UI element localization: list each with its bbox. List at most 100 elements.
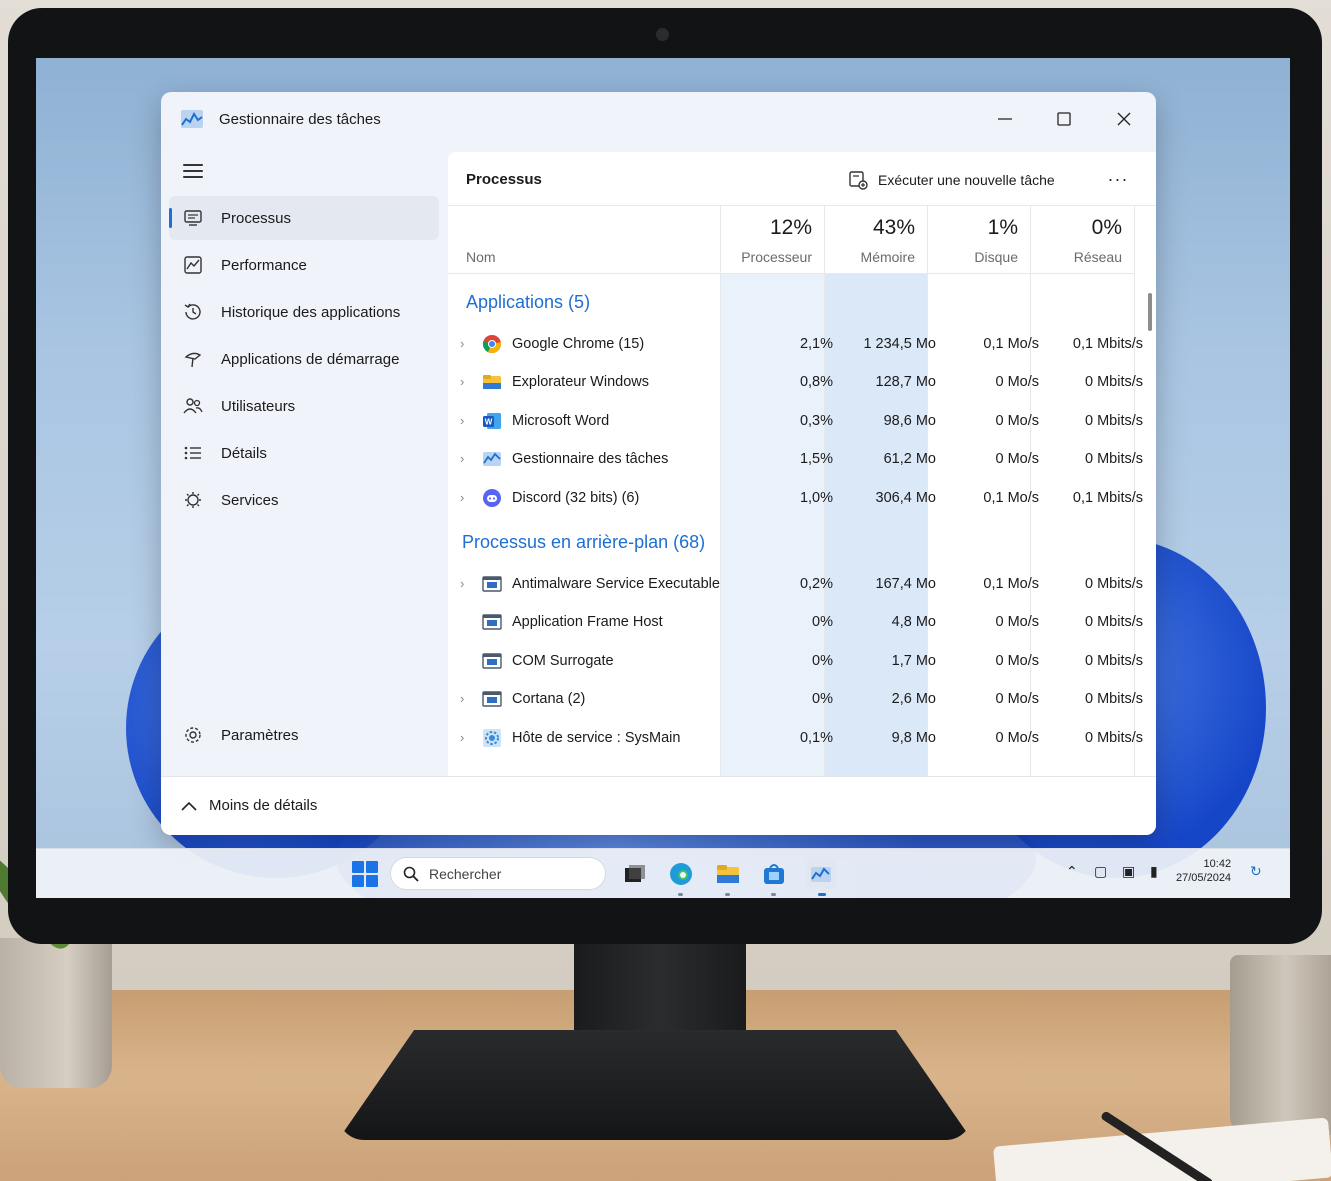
network-header-label: Réseau bbox=[1074, 249, 1122, 265]
volume-tray-icon[interactable]: ▣ bbox=[1122, 863, 1135, 880]
process-disk-value: 0,1 Mo/s bbox=[983, 576, 1039, 592]
title-bar: Gestionnaire des tâches bbox=[161, 92, 1156, 144]
process-cpu-value: 1,0% bbox=[800, 490, 833, 506]
sidebar-item-services[interactable]: Services bbox=[169, 478, 439, 522]
process-net-value: 0 Mbits/s bbox=[1085, 691, 1143, 707]
store-icon[interactable] bbox=[759, 859, 789, 889]
cpu-column-header[interactable]: 12% Processeur bbox=[721, 206, 824, 274]
task-manager-icon bbox=[482, 449, 502, 469]
scrollbar-thumb[interactable] bbox=[1148, 293, 1152, 331]
chevron-right-icon[interactable]: › bbox=[460, 336, 470, 350]
taskbar-search-box[interactable]: Rechercher bbox=[390, 857, 606, 890]
details-list-icon bbox=[183, 443, 203, 463]
less-details-button[interactable]: Moins de détails bbox=[181, 797, 317, 814]
running-indicator bbox=[678, 893, 683, 896]
process-row[interactable]: ›Cortana (2)0%2,6 Mo0 Mo/s0 Mbits/s bbox=[448, 680, 1144, 718]
processes-panel: Processus Exécuter une nouvelle tâche ··… bbox=[448, 152, 1156, 776]
sidebar-item-label: Détails bbox=[221, 445, 267, 462]
close-icon bbox=[1117, 112, 1131, 126]
sidebar-item-demarrage[interactable]: Applications de démarrage bbox=[169, 337, 439, 381]
name-column-header[interactable]: Nom bbox=[448, 206, 720, 274]
chevron-right-icon[interactable]: › bbox=[460, 413, 470, 427]
task-manager-taskbar-icon[interactable] bbox=[806, 859, 836, 889]
process-row[interactable]: ›Discord (32 bits) (6)1,0%306,4 Mo0,1 Mo… bbox=[448, 479, 1144, 517]
process-mem-value: 2,6 Mo bbox=[892, 691, 936, 707]
chevron-right-icon[interactable]: › bbox=[460, 691, 470, 705]
sidebar-item-label: Processus bbox=[221, 210, 291, 227]
chevron-right-icon[interactable]: › bbox=[460, 490, 470, 504]
process-row[interactable]: ›Google Chrome (15)2,1%1 234,5 Mo0,1 Mo/… bbox=[448, 325, 1144, 363]
plant-pot bbox=[0, 938, 112, 1088]
process-cpu-value: 0,8% bbox=[800, 374, 833, 390]
task-view-icon[interactable] bbox=[620, 859, 650, 889]
process-row[interactable]: Application Frame Host0%4,8 Mo0 Mo/s0 Mb… bbox=[448, 603, 1144, 641]
process-row[interactable]: COM Surrogate0%1,7 Mo0 Mo/s0 Mbits/s bbox=[448, 642, 1144, 680]
maximize-button[interactable] bbox=[1041, 102, 1087, 136]
gear-service-icon bbox=[482, 728, 502, 748]
sidebar-item-utilisateurs[interactable]: Utilisateurs bbox=[169, 384, 439, 428]
edge-browser-icon[interactable] bbox=[666, 859, 696, 889]
process-row[interactable]: ›Explorateur Windows0,8%128,7 Mo0 Mo/s0 … bbox=[448, 363, 1144, 401]
process-disk-value: 0 Mo/s bbox=[995, 691, 1039, 707]
notification-center-icon[interactable]: ↻ bbox=[1250, 863, 1262, 880]
chevron-right-icon[interactable]: › bbox=[460, 451, 470, 465]
group-header-applications[interactable]: Applications (5) bbox=[466, 292, 590, 313]
sidebar-item-historique[interactable]: Historique des applications bbox=[169, 290, 439, 334]
process-name: Explorateur Windows bbox=[512, 374, 649, 390]
battery-tray-icon[interactable]: ▮ bbox=[1150, 863, 1158, 880]
minimize-button[interactable] bbox=[982, 102, 1028, 136]
memory-header-label: Mémoire bbox=[861, 249, 915, 265]
process-row[interactable]: ›Gestionnaire des tâches1,5%61,2 Mo0 Mo/… bbox=[448, 440, 1144, 478]
window-title: Gestionnaire des tâches bbox=[219, 111, 381, 128]
more-options-button[interactable]: ··· bbox=[1103, 166, 1133, 192]
windows-start-icon[interactable] bbox=[352, 861, 378, 887]
process-cpu-value: 2,1% bbox=[800, 336, 833, 352]
process-name: Discord (32 bits) (6) bbox=[512, 490, 639, 506]
sidebar-item-details[interactable]: Détails bbox=[169, 431, 439, 475]
gear-icon bbox=[183, 725, 203, 745]
process-mem-value: 1 234,5 Mo bbox=[863, 336, 936, 352]
clock-time: 10:42 bbox=[1176, 857, 1231, 871]
network-tray-icon[interactable]: ▢ bbox=[1094, 863, 1107, 880]
sidebar-item-performance[interactable]: Performance bbox=[169, 243, 439, 287]
run-task-icon bbox=[848, 170, 868, 190]
disk-total: 1% bbox=[988, 216, 1018, 240]
sidebar-item-label: Services bbox=[221, 492, 279, 509]
chevron-right-icon[interactable]: › bbox=[460, 730, 470, 744]
process-row[interactable]: ›WMicrosoft Word0,3%98,6 Mo0 Mo/s0 Mbits… bbox=[448, 402, 1144, 440]
cpu-total: 12% bbox=[770, 216, 812, 240]
process-cpu-value: 0,1% bbox=[800, 730, 833, 746]
process-net-value: 0 Mbits/s bbox=[1085, 374, 1143, 390]
tray-chevron-up-icon[interactable]: ⌃ bbox=[1066, 863, 1078, 880]
sidebar-item-label: Historique des applications bbox=[221, 304, 400, 321]
chevron-right-icon[interactable]: › bbox=[460, 374, 470, 388]
process-net-value: 0 Mbits/s bbox=[1085, 576, 1143, 592]
process-cpu-value: 1,5% bbox=[800, 451, 833, 467]
process-mem-value: 128,7 Mo bbox=[876, 374, 936, 390]
sidebar-item-parametres[interactable]: Paramètres bbox=[169, 713, 439, 757]
process-name: Antimalware Service Executable bbox=[512, 576, 720, 592]
active-indicator bbox=[818, 893, 826, 896]
memory-column-header[interactable]: 43% Mémoire bbox=[824, 206, 927, 274]
close-button[interactable] bbox=[1101, 102, 1147, 136]
hamburger-menu-icon[interactable] bbox=[183, 164, 203, 178]
group-header-background[interactable]: Processus en arrière-plan (68) bbox=[462, 532, 705, 553]
process-row[interactable]: ›Hôte de service : SysMain0,1%9,8 Mo0 Mo… bbox=[448, 719, 1144, 757]
process-net-value: 0 Mbits/s bbox=[1085, 614, 1143, 630]
process-cpu-value: 0,2% bbox=[800, 576, 833, 592]
chevron-right-icon[interactable]: › bbox=[460, 576, 470, 590]
network-column-header[interactable]: 0% Réseau bbox=[1030, 206, 1134, 274]
folder-icon bbox=[482, 372, 502, 392]
sidebar-item-processus[interactable]: Processus bbox=[169, 196, 439, 240]
file-explorer-icon[interactable] bbox=[713, 859, 743, 889]
process-net-value: 0 Mbits/s bbox=[1085, 730, 1143, 746]
cpu-header-label: Processeur bbox=[741, 249, 812, 265]
disk-column-header[interactable]: 1% Disque bbox=[927, 206, 1030, 274]
sidebar-item-label: Performance bbox=[221, 257, 307, 274]
run-new-task-button[interactable]: Exécuter une nouvelle tâche bbox=[848, 166, 1055, 194]
process-disk-value: 0 Mo/s bbox=[995, 614, 1039, 630]
webcam bbox=[656, 28, 669, 41]
clock-date: 27/05/2024 bbox=[1176, 871, 1231, 885]
process-row[interactable]: ›Antimalware Service Executable0,2%167,4… bbox=[448, 565, 1144, 603]
system-clock[interactable]: 10:42 27/05/2024 bbox=[1176, 857, 1231, 885]
